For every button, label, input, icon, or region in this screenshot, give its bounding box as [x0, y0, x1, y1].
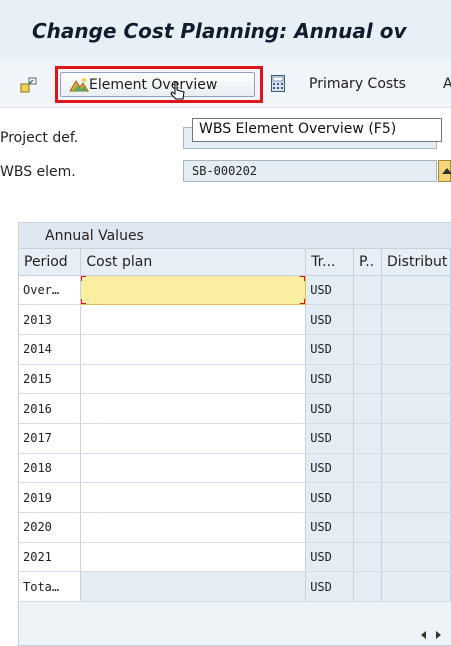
cost-plan-cell[interactable]	[80, 542, 307, 573]
project-def-label: Project def.	[0, 130, 79, 146]
currency-cell: USD	[305, 423, 355, 454]
column-header-transaction-currency[interactable]: Tr...	[305, 249, 355, 276]
column-header-period[interactable]: Period	[19, 249, 82, 276]
currency-cell: USD	[305, 304, 355, 335]
p-cell	[353, 542, 382, 573]
p-cell	[353, 393, 382, 424]
table-row: 2017 USD	[19, 423, 451, 454]
focus-corner-mark	[300, 275, 305, 281]
wbs-elem-label: WBS elem.	[0, 164, 76, 180]
distribution-cell[interactable]	[381, 512, 451, 543]
mouse-pointer-icon	[170, 81, 185, 100]
distribution-cell[interactable]	[381, 571, 451, 603]
annual-values-panel: Annual Values Period Cost plan Tr... P..…	[18, 222, 451, 646]
p-cell	[353, 364, 382, 395]
period-cell: Over…	[19, 275, 82, 306]
display-change-icon[interactable]	[20, 76, 38, 94]
table-row: Tota… USD	[19, 571, 451, 603]
p-cell	[353, 512, 382, 543]
currency-cell: USD	[305, 334, 355, 365]
currency-cell: USD	[305, 571, 355, 603]
table-row: 2016 USD	[19, 393, 451, 424]
cost-plan-cell[interactable]	[80, 364, 307, 395]
panel-title: Annual Values	[45, 228, 144, 244]
column-header-cost-plan[interactable]: Cost plan	[80, 249, 307, 276]
cost-plan-cell[interactable]	[80, 274, 307, 306]
table-row: 2019 USD	[19, 482, 451, 513]
cost-plan-cell[interactable]	[80, 453, 307, 484]
panel-header: Annual Values	[19, 223, 451, 249]
focus-corner-mark	[81, 299, 87, 304]
scroll-left-icon[interactable]	[421, 631, 426, 639]
currency-cell: USD	[305, 453, 355, 484]
element-overview-button[interactable]: Element Overview	[60, 72, 255, 97]
period-cell: 2016	[19, 393, 82, 424]
wbs-elem-field[interactable]: SB-000202	[183, 160, 437, 182]
focus-corner-mark	[81, 275, 87, 281]
cost-plan-cell[interactable]	[80, 304, 307, 335]
period-cell: 2014	[19, 334, 82, 365]
distribution-cell[interactable]	[381, 423, 451, 454]
currency-cell: USD	[305, 482, 355, 513]
cost-plan-cell[interactable]	[80, 393, 307, 424]
table-row: 2014 USD	[19, 334, 451, 365]
cost-plan-cell[interactable]	[80, 571, 307, 603]
table-row: 2015 USD	[19, 364, 451, 395]
annual-values-table: Period Cost plan Tr... P.. Distribut Ove…	[19, 249, 451, 603]
cost-plan-cell[interactable]	[80, 482, 307, 513]
table-row: 2021 USD	[19, 542, 451, 573]
toolbar-truncated-button[interactable]: A	[443, 76, 451, 92]
element-overview-icon	[69, 78, 89, 92]
element-overview-label: Element Overview	[89, 77, 218, 93]
distribution-cell[interactable]	[381, 334, 451, 365]
period-cell: 2019	[19, 482, 82, 513]
distribution-cell[interactable]	[381, 482, 451, 513]
p-cell	[353, 334, 382, 365]
currency-cell: USD	[305, 275, 355, 306]
page-title: Change Cost Planning: Annual ov	[32, 19, 407, 43]
currency-cell: USD	[305, 542, 355, 573]
currency-cell: USD	[305, 512, 355, 543]
period-cell: 2021	[19, 542, 82, 573]
cost-plan-cell[interactable]	[80, 423, 307, 454]
cost-plan-cell[interactable]	[80, 334, 307, 365]
table-row: Over… USD	[19, 274, 451, 306]
p-cell	[353, 453, 382, 484]
column-header-p[interactable]: P..	[353, 249, 382, 276]
period-cell: 2013	[19, 304, 82, 335]
dropdown-icon[interactable]	[438, 160, 451, 182]
distribution-cell[interactable]	[381, 393, 451, 424]
period-cell: 2015	[19, 364, 82, 395]
table-row: 2020 USD	[19, 512, 451, 543]
period-cell: 2018	[19, 453, 82, 484]
distribution-cell[interactable]	[381, 364, 451, 395]
distribution-cell[interactable]	[381, 304, 451, 335]
currency-cell: USD	[305, 364, 355, 395]
horizontal-scrollbar[interactable]	[418, 627, 451, 642]
scroll-right-icon[interactable]	[436, 631, 441, 639]
distribution-cell[interactable]	[381, 542, 451, 573]
p-cell	[353, 275, 382, 306]
column-header-distribution[interactable]: Distribut	[381, 249, 451, 276]
distribution-cell[interactable]	[381, 453, 451, 484]
tooltip: WBS Element Overview (F5)	[192, 118, 442, 142]
p-cell	[353, 304, 382, 335]
table-row: 2013 USD	[19, 304, 451, 335]
title-bar: Change Cost Planning: Annual ov	[0, 0, 451, 60]
cost-plan-cell[interactable]	[80, 512, 307, 543]
period-cell: 2020	[19, 512, 82, 543]
p-cell	[353, 571, 382, 603]
period-cell: Tota…	[19, 571, 82, 603]
currency-cell: USD	[305, 393, 355, 424]
calculator-icon[interactable]	[271, 75, 285, 92]
distribution-cell[interactable]	[381, 275, 451, 306]
p-cell	[353, 423, 382, 454]
focus-corner-mark	[300, 299, 305, 304]
primary-costs-button[interactable]: Primary Costs	[309, 76, 406, 92]
period-cell: 2017	[19, 423, 82, 454]
p-cell	[353, 482, 382, 513]
table-row: 2018 USD	[19, 453, 451, 484]
